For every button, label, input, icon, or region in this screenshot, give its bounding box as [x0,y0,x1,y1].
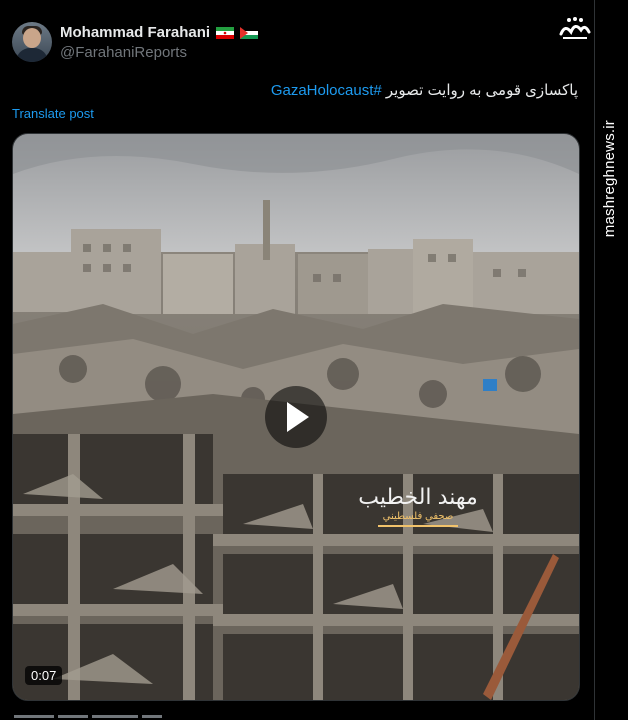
video-player[interactable]: مهند الخطيب صحفي فلسطيني 0:07 [12,133,580,701]
play-button[interactable] [265,386,327,448]
caption-underline [378,525,458,527]
mashregh-logo-icon [559,17,591,39]
caption-name: مهند الخطيب [358,484,478,509]
author-handle[interactable]: @FarahaniReports [60,44,187,61]
caption-title: صحفي فلسطيني [382,511,454,522]
palestine-flag-icon [240,27,259,39]
watermark-strip: mashreghnews.ir [559,0,628,720]
iran-flag-icon [216,27,235,39]
watermark-site: mashreghnews.ir [601,120,618,238]
tweet-text: پاکسازی قومی به روایت تصویر #GazaHolocau… [271,81,578,99]
hashtag-link[interactable]: #GazaHolocaust [271,82,382,99]
video-duration: 0:07 [25,666,63,685]
tweet-post: Mohammad Farahani @FarahaniReports پاکسا… [0,0,594,720]
author-name[interactable]: Mohammad Farahani [60,24,210,41]
avatar[interactable] [12,22,52,62]
author-name-row[interactable]: Mohammad Farahani [60,24,259,41]
video-caption: مهند الخطيب صحفي فلسطيني [350,484,486,527]
play-icon [287,402,309,432]
tweet-body: پاکسازی قومی به روایت تصویر [385,82,578,99]
timestamp-line [14,712,174,720]
translate-post-link[interactable]: Translate post [12,106,94,121]
